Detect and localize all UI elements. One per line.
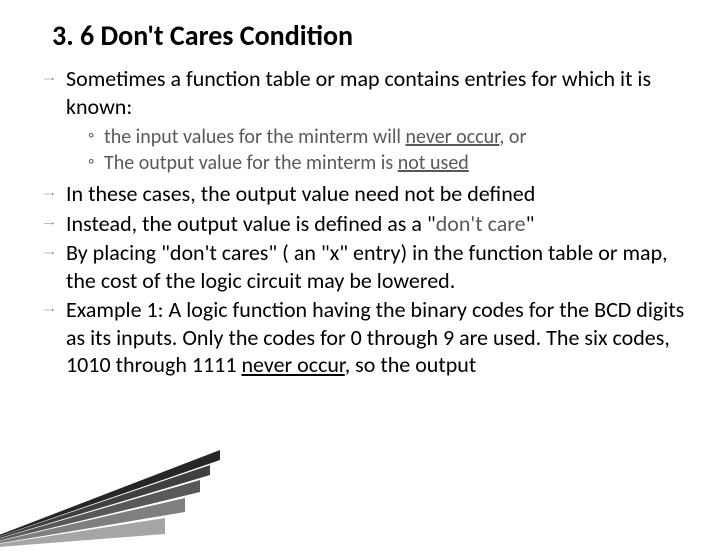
bullet-4: By placing "don't cares" ( an "x" entry)… bbox=[44, 239, 686, 294]
bullet-1-sub-2: The output value for the minterm is not … bbox=[88, 150, 686, 176]
b5-b: , so the output bbox=[345, 351, 477, 378]
bullet-1: Sometimes a function table or map contai… bbox=[44, 65, 686, 176]
bullet-1-sublist: the input values for the minterm will ne… bbox=[66, 124, 686, 176]
b5-u: never occur bbox=[241, 351, 344, 378]
b1s1-a: the input values for the minterm will bbox=[104, 125, 406, 149]
decorative-stripes bbox=[0, 430, 220, 550]
b3-b: " bbox=[526, 210, 535, 237]
bullet-1-text: Sometimes a function table or map contai… bbox=[66, 65, 651, 120]
slide: 3. 6 Don't Cares Condition Sometimes a f… bbox=[0, 0, 720, 379]
bullet-2-text: In these cases, the output value need no… bbox=[66, 180, 535, 207]
bullet-2: In these cases, the output value need no… bbox=[44, 180, 686, 208]
b1s1-b: , or bbox=[499, 125, 526, 149]
bullet-3: Instead, the output value is defined as … bbox=[44, 210, 686, 238]
b3-g: don't care bbox=[436, 210, 526, 237]
b3-a: Instead, the output value is defined as … bbox=[66, 210, 436, 237]
b1s1-u: never occur bbox=[406, 125, 500, 149]
bullet-4-text: By placing "don't cares" ( an "x" entry)… bbox=[66, 239, 668, 294]
b1s2-a: The output value for the minterm is bbox=[104, 151, 398, 175]
bullet-5: Example 1: A logic function having the b… bbox=[44, 296, 686, 379]
b1s2-u: not used bbox=[398, 151, 469, 175]
bullet-1-sub-1: the input values for the minterm will ne… bbox=[88, 124, 686, 150]
slide-title: 3. 6 Don't Cares Condition bbox=[52, 18, 686, 53]
bullet-list: Sometimes a function table or map contai… bbox=[34, 65, 686, 379]
